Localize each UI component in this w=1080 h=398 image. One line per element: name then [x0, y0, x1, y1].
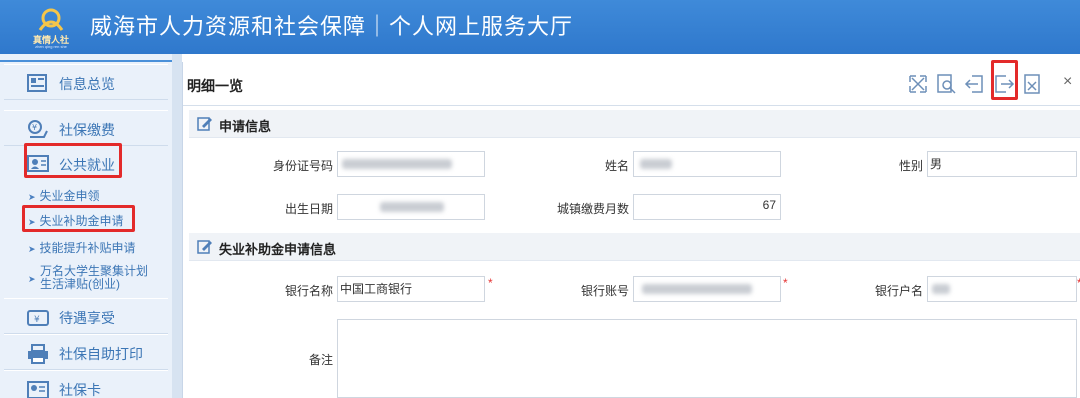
highlight-box-subsidy	[22, 205, 135, 232]
redacted-value	[342, 159, 452, 169]
sidebar-subitem-graduate-allowance[interactable]: ➤ 万名大学生聚集计划 生活津贴(创业)	[28, 265, 148, 291]
expand-icon[interactable]	[907, 73, 929, 95]
sidebar-item-benefit[interactable]: ¥ 待遇享受	[4, 298, 168, 334]
chevron-right-icon: ➤	[28, 244, 36, 254]
birth-date-field[interactable]	[337, 194, 485, 220]
gender-label: 性别	[898, 159, 923, 173]
sidebar-item-card[interactable]: 社保卡	[4, 370, 168, 398]
id-number-field[interactable]	[337, 151, 485, 177]
svg-text:¥: ¥	[34, 315, 40, 325]
close-icon[interactable]: ×	[1063, 73, 1072, 91]
edit-icon	[197, 240, 212, 254]
account-holder-label: 银行户名	[874, 284, 923, 298]
bank-name-label: 银行名称	[284, 284, 333, 298]
detail-panel: 明细一览 × 申请信息 身份证号码 姓名 性别 男 出生日期 城镇缴费月数 67…	[182, 60, 1080, 398]
redacted-value	[380, 202, 444, 212]
import-icon[interactable]	[963, 73, 985, 95]
payment-months-field[interactable]: 67	[633, 194, 781, 220]
redacted-value	[932, 284, 950, 294]
sidebar-item-label: 社保自助打印	[59, 346, 143, 362]
id-number-label: 身份证号码	[272, 159, 333, 173]
payment-icon: ¥	[28, 120, 48, 138]
sidebar-item-label: 待遇享受	[59, 310, 115, 326]
bank-name-field[interactable]: 中国工商银行	[337, 276, 485, 302]
highlight-box-export	[991, 60, 1018, 100]
sidebar-subitem-unemployment-claim[interactable]: ➤ 失业金申领	[28, 187, 100, 204]
section-title: 失业补助金申请信息	[219, 242, 337, 257]
redacted-value	[640, 159, 672, 169]
birth-date-label: 出生日期	[284, 202, 333, 216]
sidebar-item-label: 信息总览	[59, 76, 115, 92]
card-icon	[27, 381, 49, 398]
required-mark: *	[783, 276, 788, 290]
remark-textarea[interactable]	[337, 319, 1077, 398]
sidebar-separator	[172, 54, 182, 398]
svg-text:¥: ¥	[32, 123, 37, 132]
printer-icon	[28, 344, 48, 364]
name-field[interactable]	[633, 151, 781, 177]
overview-icon	[27, 74, 47, 92]
chevron-right-icon: ➤	[28, 274, 36, 284]
sidebar-item-label: 社保缴费	[59, 122, 115, 138]
app-header: 真情人社 zhen qing ren she 威海市人力资源和社会保障｜个人网上…	[0, 0, 1080, 54]
section-title: 申请信息	[219, 119, 272, 134]
section-application-info: 申请信息	[189, 110, 1080, 138]
name-label: 姓名	[604, 159, 629, 173]
gender-field[interactable]: 男	[927, 151, 1077, 177]
required-mark: *	[488, 276, 493, 290]
panel-title: 明细一览	[187, 78, 243, 94]
chevron-right-icon: ➤	[28, 192, 36, 202]
page-title: 威海市人力资源和社会保障｜个人网上服务大厅	[90, 14, 574, 39]
logo-subtext: zhen qing ren she	[35, 44, 67, 49]
sidebar-subitem-skill-subsidy[interactable]: ➤ 技能提升补贴申请	[28, 239, 136, 256]
sidebar-top-line	[0, 60, 172, 62]
detail-panel-header: 明细一览 ×	[183, 62, 1080, 106]
section-subsidy-info: 失业补助金申请信息	[189, 233, 1080, 261]
benefit-icon: ¥	[27, 310, 49, 326]
sidebar-item-label: 社保卡	[59, 382, 101, 398]
bank-account-field[interactable]	[633, 276, 781, 302]
search-document-icon[interactable]	[935, 73, 957, 95]
highlight-box-employment	[24, 143, 122, 178]
sidebar-item-payment[interactable]: ¥ 社保缴费	[4, 110, 168, 146]
delete-document-icon[interactable]	[1021, 73, 1043, 95]
bank-account-label: 银行账号	[580, 284, 629, 298]
sidebar-item-overview[interactable]: 信息总览	[4, 64, 168, 100]
remark-label: 备注	[308, 353, 333, 367]
edit-icon	[197, 117, 212, 131]
redacted-value	[642, 284, 752, 294]
account-holder-field[interactable]	[927, 276, 1077, 302]
payment-months-label: 城镇缴费月数	[556, 202, 629, 216]
sidebar-item-print[interactable]: 社保自助打印	[4, 334, 168, 370]
